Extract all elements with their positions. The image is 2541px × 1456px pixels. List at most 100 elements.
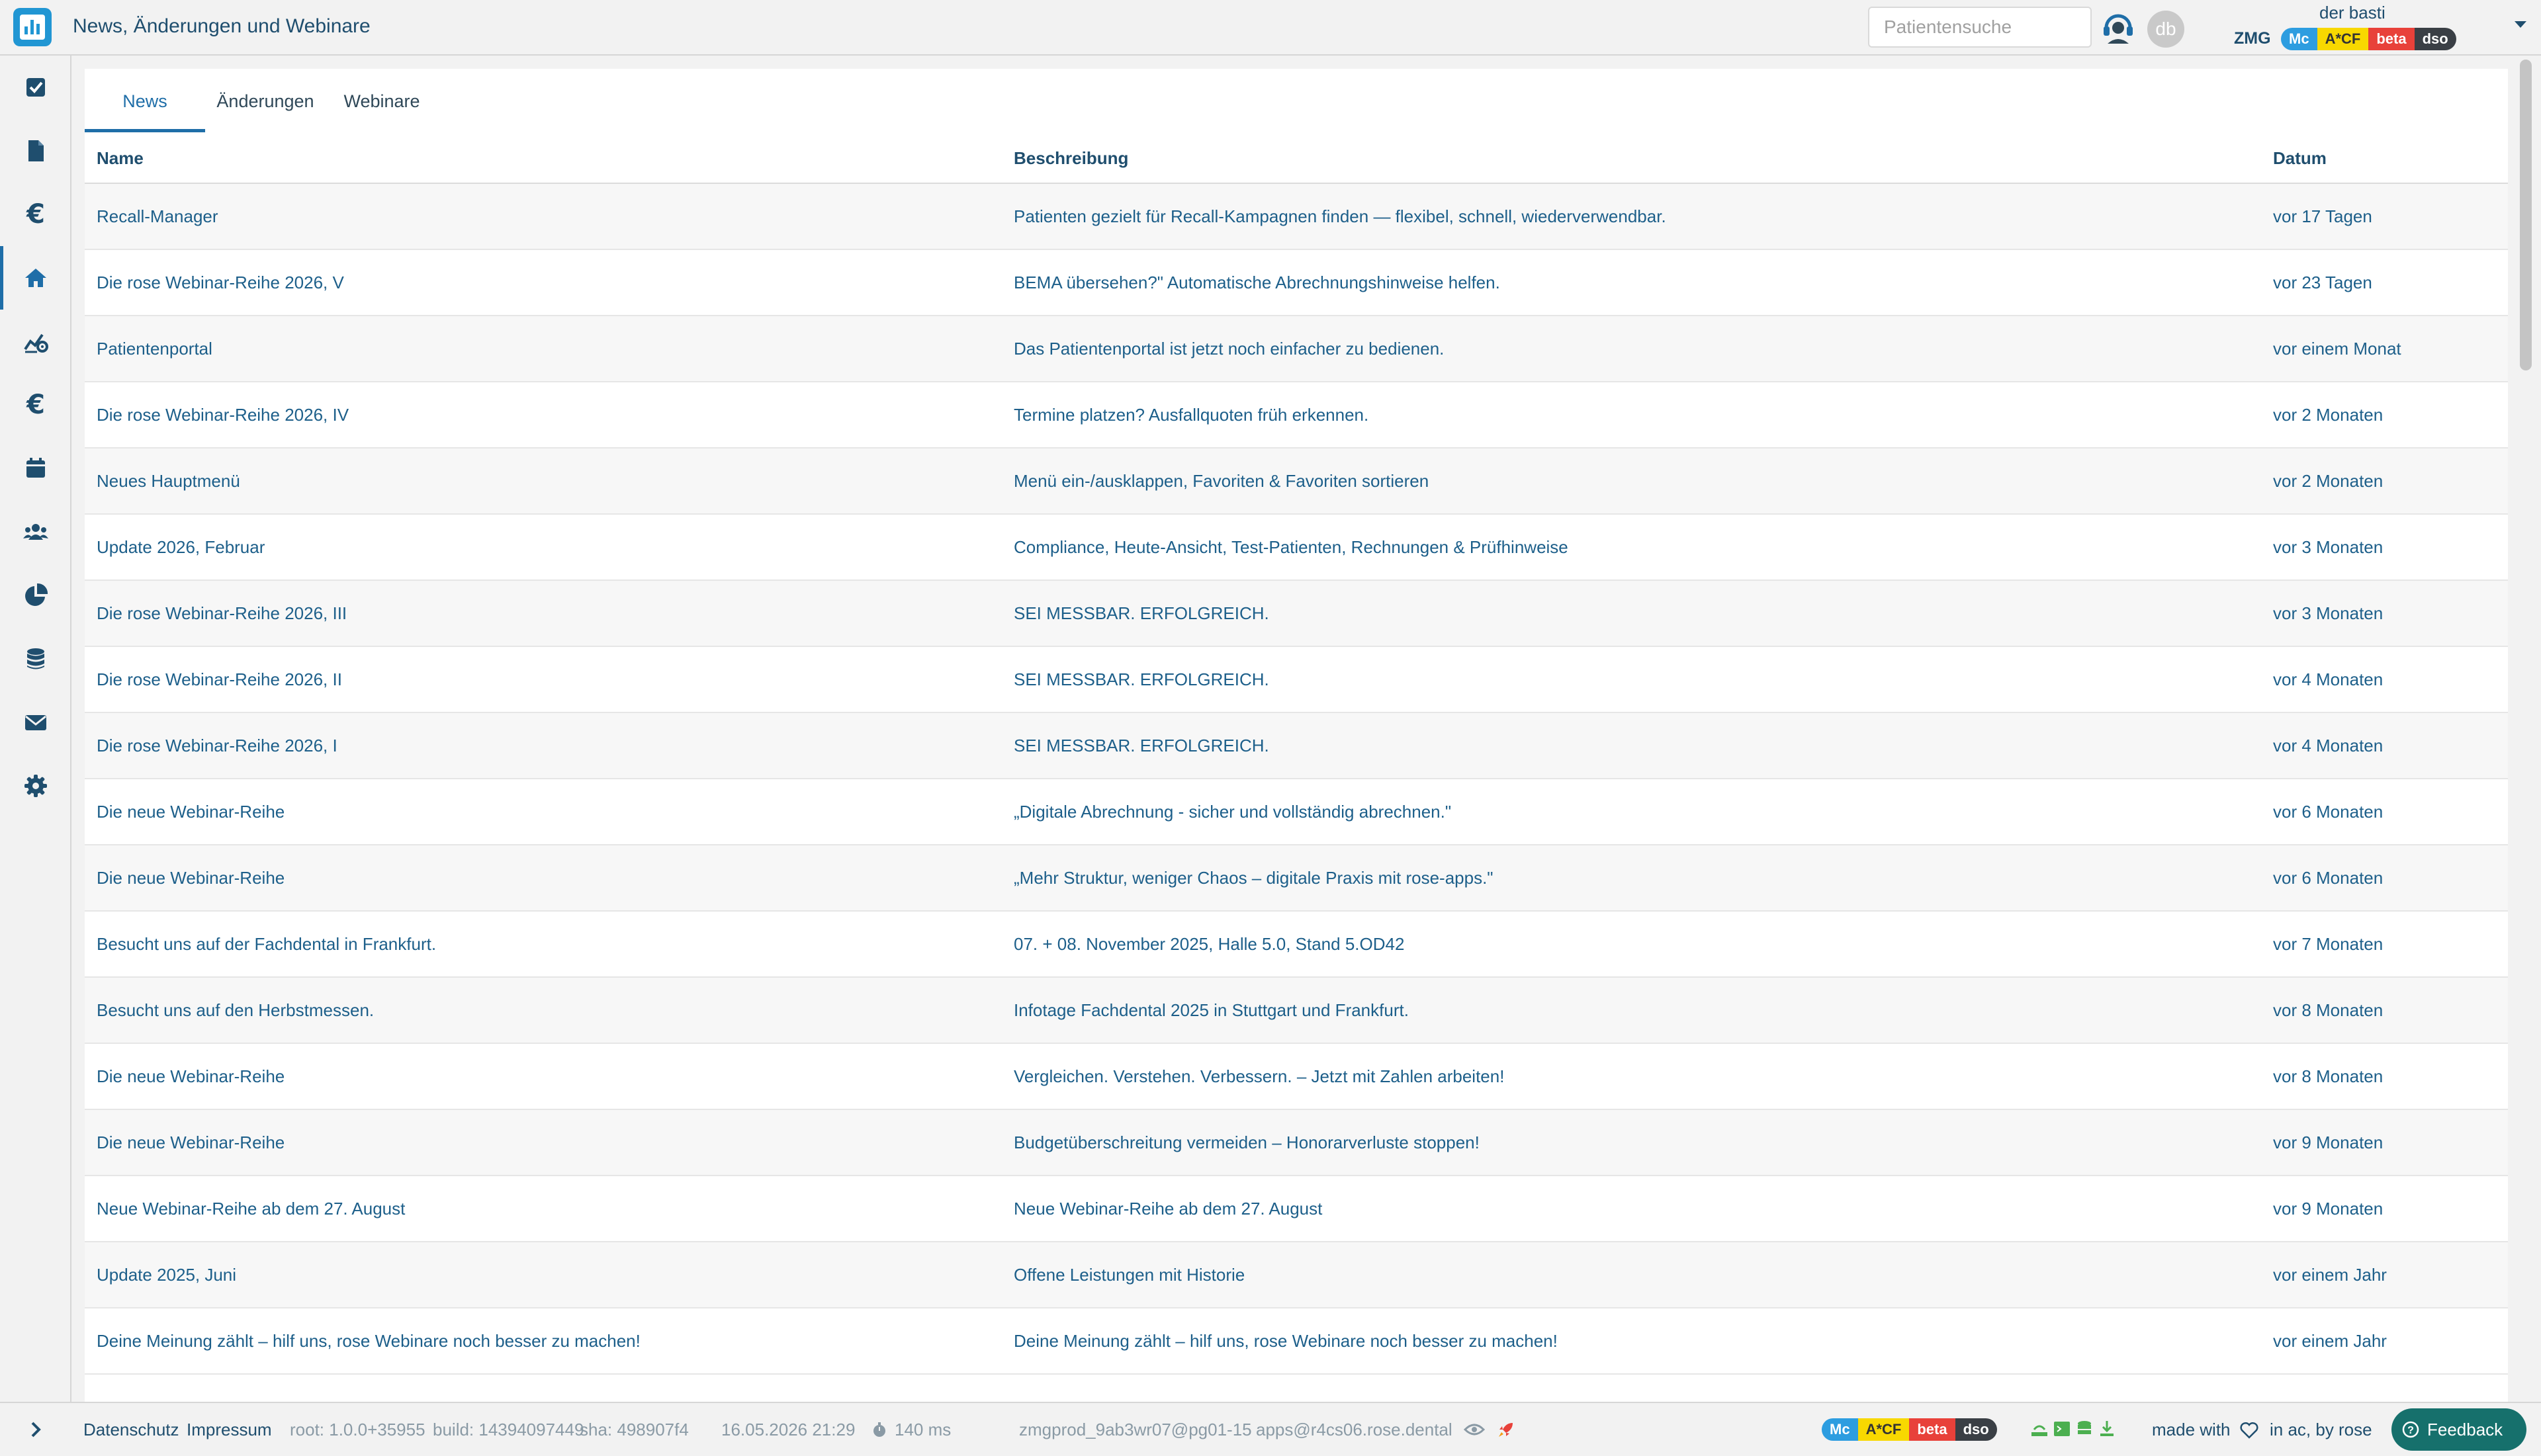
table-row[interactable]: Die rose Webinar-Reihe 2026, II SEI MESSB…	[85, 647, 2508, 713]
page-title: News, Änderungen und Webinare	[73, 15, 371, 37]
avatar[interactable]: db	[2147, 11, 2184, 48]
cell-name[interactable]: Die rose Webinar-Reihe 2026, V	[97, 250, 344, 315]
sidebar-item-finance[interactable]: €	[0, 373, 71, 437]
table-row[interactable]: Neues Hauptmenü Menü ein-/ausklappen, Fav…	[85, 449, 2508, 515]
sidebar-item-messages[interactable]	[0, 691, 71, 754]
badge-acf: A*CF	[1857, 1418, 1910, 1441]
support-agent-icon[interactable]	[2100, 8, 2137, 45]
sidebar-item-home[interactable]	[0, 246, 71, 310]
patient-search-input[interactable]	[1868, 7, 2092, 48]
table-row[interactable]: Die neue Webinar-Reihe „Mehr Struktur, we…	[85, 845, 2508, 912]
cell-name[interactable]: Die rose Webinar-Reihe 2026, IV	[97, 382, 349, 447]
chevron-right-icon[interactable]	[26, 1420, 45, 1439]
build-datetime: 16.05.2026 21:29	[721, 1420, 856, 1439]
made-with-label: made with	[2152, 1420, 2231, 1439]
home-icon	[25, 269, 46, 287]
cell-name[interactable]: Besucht uns auf der Fachdental in Frankf…	[97, 912, 436, 976]
column-header-name[interactable]: Name	[97, 132, 144, 184]
cell-date: vor 3 Monaten	[2273, 537, 2384, 557]
cell-desc: Infotage Fachdental 2025 in Stuttgart un…	[1014, 1000, 1409, 1020]
table-row[interactable]: Neue Webinar-Reihe ab dem 27. August Neue…	[85, 1176, 2508, 1242]
sidebar-item-patients[interactable]	[0, 500, 71, 564]
cell-date: vor 9 Monaten	[2273, 1133, 2384, 1152]
cell-name[interactable]: Die neue Webinar-Reihe	[97, 1110, 285, 1175]
feedback-button[interactable]: ? Feedback	[2391, 1408, 2526, 1451]
feedback-label: Feedback	[2427, 1420, 2503, 1439]
table-row[interactable]: Patientenportal Das Patientenportal ist j…	[85, 316, 2508, 382]
cell-name[interactable]: Die neue Webinar-Reihe	[97, 1044, 285, 1109]
user-menu-chevron-down-icon[interactable]	[2515, 21, 2526, 28]
column-header-beschreibung[interactable]: Beschreibung	[1014, 132, 1128, 184]
feature-badges: Mc A*CF beta dso	[2281, 28, 2456, 50]
cell-name[interactable]: Update 2025, Juni	[97, 1242, 236, 1307]
cell-name[interactable]: Besucht uns auf den Herbstmessen.	[97, 978, 374, 1043]
table-row[interactable]: Die neue Webinar-Reihe Budgetüberschreitu…	[85, 1110, 2508, 1176]
impressum-link[interactable]: Impressum	[187, 1403, 272, 1456]
cell-name[interactable]: Neue Webinar-Reihe ab dem 27. August	[97, 1176, 405, 1241]
footer-feature-badges: Mc A*CF beta dso	[1822, 1418, 1997, 1441]
cell-name[interactable]: Die neue Webinar-Reihe	[97, 845, 285, 910]
sidebar-item-documents[interactable]	[0, 119, 71, 183]
cell-name[interactable]: Update 2026, Februar	[97, 515, 265, 579]
cell-date: vor 8 Monaten	[2273, 1000, 2384, 1020]
table-row[interactable]: Besucht uns auf den Herbstmessen. Infotag…	[85, 978, 2508, 1044]
table-row[interactable]: Update 2026, Februar Compliance, Heute-An…	[85, 515, 2508, 581]
badge-beta: beta	[1909, 1418, 1955, 1441]
table-row[interactable]: Besucht uns auf der Fachdental in Frankf…	[85, 912, 2508, 978]
app-logo-icon[interactable]	[13, 8, 52, 46]
cell-name[interactable]: Neues Hauptmenü	[97, 449, 240, 513]
sidebar-item-analytics[interactable]	[0, 310, 71, 373]
cell-desc: Deine Meinung zählt – hilf uns, rose Web…	[1014, 1331, 1558, 1351]
datenschutz-link[interactable]: Datenschutz	[83, 1403, 179, 1456]
euro-icon: €	[26, 199, 45, 230]
calendar-icon	[26, 458, 45, 478]
sidebar-item-settings[interactable]	[0, 754, 71, 818]
tab-webinare[interactable]: Webinare	[326, 69, 438, 132]
cell-name[interactable]: Die neue Webinar-Reihe	[97, 779, 285, 844]
table-row[interactable]: Die rose Webinar-Reihe 2026, III SEI MESS…	[85, 581, 2508, 647]
table-row[interactable]: Die neue Webinar-Reihe „Digitale Abrechnu…	[85, 779, 2508, 845]
tab-bar: News Änderungen Webinare	[85, 69, 2508, 132]
user-name[interactable]: der basti	[2319, 3, 2385, 23]
cell-name[interactable]: Recall-Manager	[97, 184, 218, 249]
location-label: in ac, by	[2270, 1420, 2334, 1439]
cell-date: vor 2 Monaten	[2273, 471, 2384, 491]
database-icon	[27, 648, 44, 669]
cell-name[interactable]: Die rose Webinar-Reihe 2026, III	[97, 581, 347, 646]
cell-name[interactable]: Die rose Webinar-Reihe 2026, II	[97, 647, 342, 712]
database-status-icon	[2078, 1421, 2091, 1434]
rocket-icon[interactable]	[1497, 1420, 1515, 1439]
table-row[interactable]: Die rose Webinar-Reihe 2026, IV Termine p…	[85, 382, 2508, 449]
table-row[interactable]: Deine Meinung zählt – hilf uns, rose Web…	[85, 1308, 2508, 1375]
tab-news[interactable]: News	[85, 69, 205, 132]
sidebar-item-billing[interactable]: €	[0, 183, 71, 246]
eye-icon[interactable]	[1464, 1422, 1485, 1437]
scrollbar-thumb[interactable]	[2520, 60, 2532, 370]
tab-aenderungen[interactable]: Änderungen	[205, 69, 326, 132]
cell-name[interactable]: Deine Meinung zählt – hilf uns, rose Web…	[97, 1308, 641, 1373]
cell-desc: „Digitale Abrechnung - sicher und vollst…	[1014, 802, 1452, 822]
table-row[interactable]: Die rose Webinar-Reihe 2026, I SEI MESSBA…	[85, 713, 2508, 779]
table-row[interactable]: Update 2025, Juni Offene Leistungen mit H…	[85, 1242, 2508, 1308]
network-icon	[2031, 1425, 2047, 1436]
stopwatch-icon	[873, 1422, 885, 1437]
badge-mc: Mc	[1822, 1418, 1858, 1441]
sidebar-item-tasks[interactable]	[0, 56, 71, 119]
apps-host: apps@r4cs06.rose.dental	[1256, 1420, 1452, 1439]
cell-date: vor 6 Monaten	[2273, 802, 2384, 822]
sha-hash: sha: 498907f4	[580, 1420, 689, 1439]
euro-icon: €	[26, 390, 45, 420]
cell-name[interactable]: Die rose Webinar-Reihe 2026, I	[97, 713, 337, 778]
sidebar-item-statistics[interactable]	[0, 564, 71, 627]
cell-name[interactable]: Patientenportal	[97, 316, 212, 381]
sidebar-item-calendar[interactable]	[0, 437, 71, 500]
table-row[interactable]: Recall-Manager Patienten gezielt für Reca…	[85, 184, 2508, 250]
footer: Datenschutz Impressum root: 1.0.0+35955 …	[0, 1402, 2541, 1455]
table-row[interactable]: Die neue Webinar-Reihe Vergleichen. Verst…	[85, 1044, 2508, 1110]
column-header-datum[interactable]: Datum	[2273, 132, 2327, 184]
table-row[interactable]: Die rose Webinar-Reihe 2026, V BEMA übers…	[85, 250, 2508, 316]
server-id: zmgprod_9ab3wr07@pg01-15	[1019, 1420, 1252, 1439]
sidebar-item-data[interactable]	[0, 627, 71, 691]
brand-label[interactable]: rose	[2339, 1403, 2372, 1456]
pie-chart-icon	[25, 583, 48, 606]
